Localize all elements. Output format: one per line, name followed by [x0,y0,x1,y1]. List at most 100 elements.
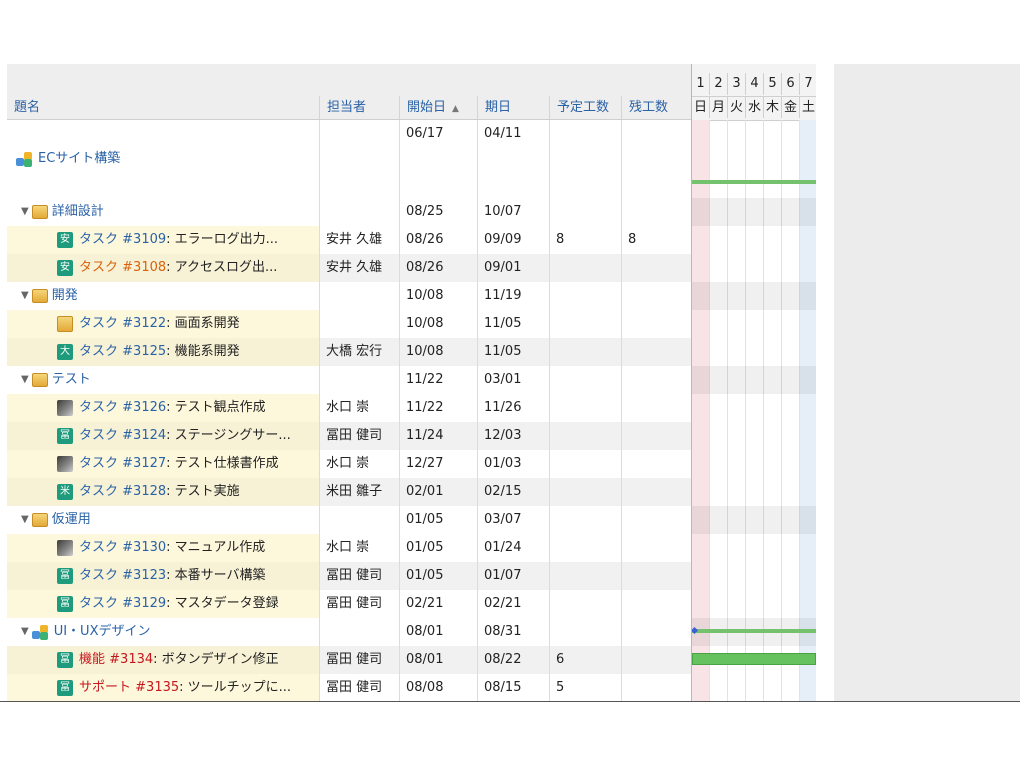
title-content: タスク #3126: テスト観点作成 [57,394,266,422]
version-row[interactable]: ▼ 開発 10/08 11/19 [7,282,691,310]
assignee-name[interactable]: 冨田 健司 [326,428,382,443]
issue-link[interactable]: サポート #3135 [79,674,179,701]
gantt-project-bar[interactable] [692,180,816,184]
assignee-name[interactable]: 水口 崇 [326,540,369,555]
issue-link[interactable]: タスク #3127 [79,450,166,478]
issue-link[interactable]: タスク #3108 [79,254,166,282]
assignee-cell: 冨田 健司 [320,422,400,450]
issue-link[interactable]: タスク #3122 [79,310,166,338]
due-date: 09/01 [484,260,522,275]
version-link[interactable]: 開発 [52,282,78,310]
assignee-cell [320,506,400,534]
collapse-triangle-icon[interactable]: ▼ [21,198,29,226]
remaining-cell [622,562,691,590]
project-icon [16,151,33,167]
issue-tracker: タスク [79,456,119,471]
assignee-name[interactable]: 冨田 健司 [326,680,382,695]
assignee-cell [320,310,400,338]
issue-link[interactable]: タスク #3128 [79,478,166,506]
issue-link[interactable]: タスク #3124 [79,422,166,450]
due-date-cell: 12/03 [478,422,550,450]
assignee-name[interactable]: 米田 雛子 [326,484,382,499]
issue-link[interactable]: タスク #3125 [79,338,166,366]
remaining-cell [622,590,691,618]
estimated-cell [550,478,622,506]
column-estimated[interactable]: 予定工数 [550,96,622,119]
assignee-photo-icon [57,456,73,472]
column-title[interactable]: 題名 [7,96,320,119]
title-cell: 冨タスク #3123: 本番サーバ構築 [7,562,320,590]
version-link[interactable]: テスト [52,366,91,394]
title-cell: ▼ UI・UXデザイン [7,618,320,646]
estimated-cell [550,338,622,366]
assignee-name[interactable]: 大橋 宏行 [326,344,382,359]
table-row[interactable]: 冨機能 #3134: ボタンデザイン修正 冨田 健司 08/01 08/22 6 [7,646,691,674]
start-date-cell: 02/01 [400,478,478,506]
table-row[interactable]: 大タスク #3125: 機能系開発 大橋 宏行 10/08 11/05 [7,338,691,366]
remaining-cell [622,506,691,534]
collapse-triangle-icon[interactable]: ▼ [21,366,29,394]
assignee-name[interactable]: 冨田 健司 [326,568,382,583]
version-row[interactable]: ▼ 仮運用 01/05 03/07 [7,506,691,534]
due-date: 11/26 [484,400,522,415]
table-row[interactable]: タスク #3127: テスト仕様書作成 水口 崇 12/27 01/03 [7,450,691,478]
version-link[interactable]: 詳細設計 [52,198,104,226]
assignee-name[interactable]: 安井 久雄 [326,260,382,275]
issue-link[interactable]: タスク #3130 [79,534,166,562]
project-row[interactable]: ECサイト構築 06/17 04/11 [7,120,691,198]
start-date: 12/27 [406,456,444,471]
version-row[interactable]: ▼ UI・UXデザイン 08/01 08/31 [7,618,691,646]
assignee-cell: 冨田 健司 [320,646,400,674]
assignee-avatar-icon: 安 [57,260,73,276]
table-row[interactable]: 冨サポート #3135: ツールチップに... 冨田 健司 08/08 08/15 5 [7,674,691,701]
column-due-date[interactable]: 期日 [478,96,550,119]
collapse-triangle-icon[interactable]: ▼ [21,618,29,646]
due-date: 01/24 [484,540,522,555]
issue-number: #3129 [122,596,167,611]
gantt-version-bar[interactable] [692,629,816,633]
table-row[interactable]: 米タスク #3128: テスト実施 米田 雛子 02/01 02/15 [7,478,691,506]
gantt-issue-bar[interactable] [692,653,816,665]
gantt-day-number: 5 [764,73,782,95]
column-start-date[interactable]: 開始日 ▲ [400,96,478,119]
assignee-name[interactable]: 冨田 健司 [326,596,382,611]
table-row[interactable]: 冨タスク #3123: 本番サーバ構築 冨田 健司 01/05 01/07 [7,562,691,590]
assignee-name[interactable]: 安井 久雄 [326,232,382,247]
column-assignee[interactable]: 担当者 [320,96,400,119]
estimated-cell [550,506,622,534]
version-row[interactable]: ▼ 詳細設計 08/25 10/07 [7,198,691,226]
start-date-cell: 11/22 [400,366,478,394]
assignee-name[interactable]: 冨田 健司 [326,652,382,667]
issue-link[interactable]: タスク #3109 [79,226,166,254]
version-row[interactable]: ▼ テスト 11/22 03/01 [7,366,691,394]
column-estimated-label: 予定工数 [557,100,610,115]
table-row[interactable]: タスク #3126: テスト観点作成 水口 崇 11/22 11/26 [7,394,691,422]
estimated-cell: 8 [550,226,622,254]
assignee-name[interactable]: 水口 崇 [326,400,369,415]
issue-link[interactable]: タスク #3123 [79,562,166,590]
table-row[interactable]: 冨タスク #3129: マスタデータ登録 冨田 健司 02/21 02/21 [7,590,691,618]
version-link[interactable]: 仮運用 [52,506,91,534]
issue-link[interactable]: タスク #3126 [79,394,166,422]
assignee-name[interactable]: 水口 崇 [326,456,369,471]
collapse-triangle-icon[interactable]: ▼ [21,282,29,310]
start-date: 08/01 [406,624,444,639]
issue-tracker: サポート [79,680,132,695]
table-row[interactable]: 安タスク #3109: エラーログ出力... 安井 久雄 08/26 09/09 8 8 [7,226,691,254]
project-link[interactable]: ECサイト構築 [38,145,120,173]
issue-link[interactable]: 機能 #3134 [79,646,153,674]
table-row[interactable]: タスク #3122: 画面系開発 10/08 11/05 [7,310,691,338]
gantt-day-number: 7 [800,73,816,95]
issue-link[interactable]: タスク #3129 [79,590,166,618]
collapse-triangle-icon[interactable]: ▼ [21,506,29,534]
version-link[interactable]: UI・UXデザイン [54,618,151,646]
table-row[interactable]: 冨タスク #3124: ステージングサー... 冨田 健司 11/24 12/03 [7,422,691,450]
gantt-weekday: 金 [782,96,800,118]
gantt-row-band [692,198,816,226]
title-content: 米タスク #3128: テスト実施 [57,478,240,506]
column-remaining[interactable]: 残工数 [622,96,691,119]
title-content: 大タスク #3125: 機能系開発 [57,338,240,366]
assignee-cell: 冨田 健司 [320,562,400,590]
table-row[interactable]: 安タスク #3108: アクセスログ出... 安井 久雄 08/26 09/01 [7,254,691,282]
table-row[interactable]: タスク #3130: マニュアル作成 水口 崇 01/05 01/24 [7,534,691,562]
